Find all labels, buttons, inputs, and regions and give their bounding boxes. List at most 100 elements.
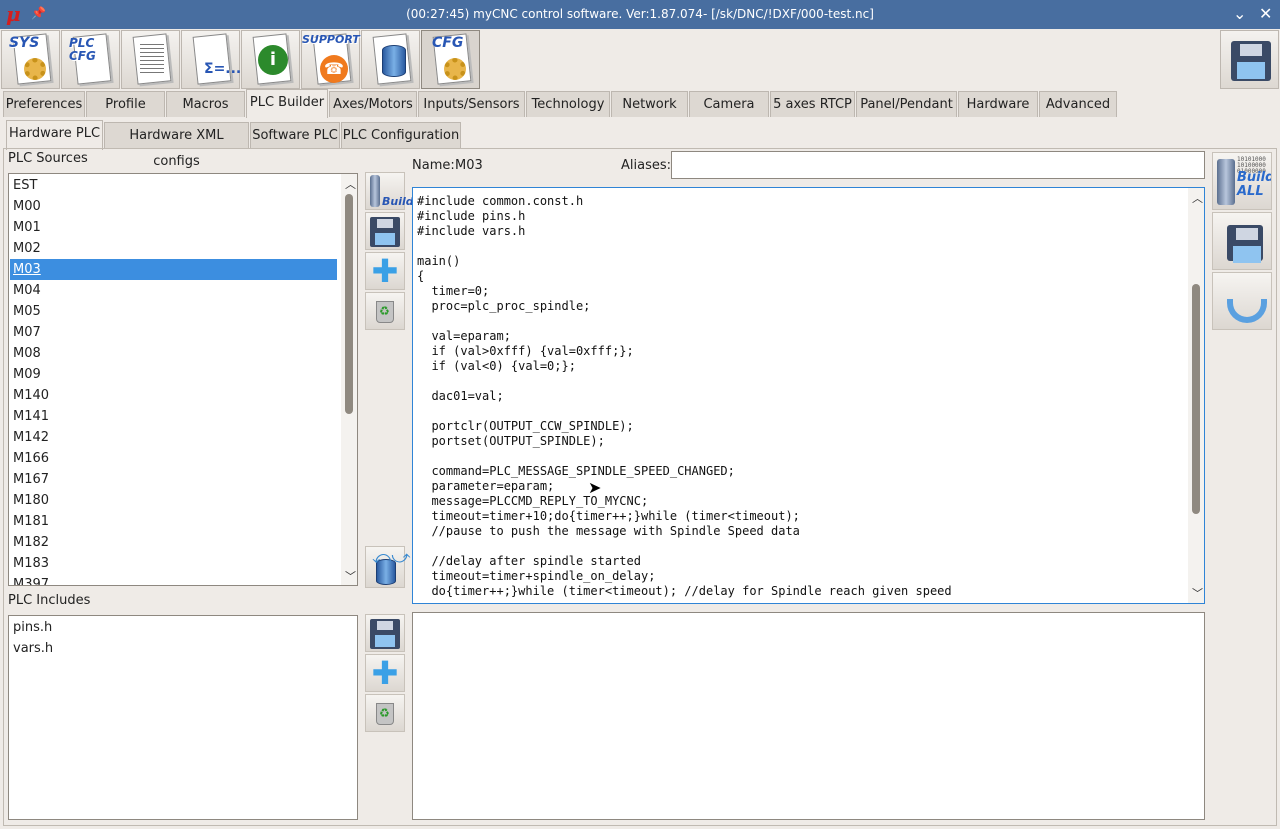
save-config-button[interactable] bbox=[1220, 30, 1279, 89]
source-item-label: M01 bbox=[13, 220, 41, 235]
scroll-thumb[interactable] bbox=[345, 194, 353, 414]
sys-settings-button[interactable]: SYS bbox=[1, 30, 60, 89]
scroll-down-icon[interactable]: ﹀ bbox=[1192, 585, 1203, 601]
save-source-button[interactable] bbox=[365, 212, 405, 250]
tab-preferences[interactable]: Preferences bbox=[3, 91, 85, 117]
source-item[interactable]: M397 bbox=[10, 574, 337, 586]
source-item[interactable]: M182 bbox=[10, 532, 337, 553]
save-include-button[interactable] bbox=[365, 614, 405, 652]
info-button[interactable]: i bbox=[241, 30, 300, 89]
source-item[interactable]: M03 bbox=[10, 259, 337, 280]
source-item-label: M141 bbox=[13, 409, 50, 424]
tab-5-axes-rtcp[interactable]: 5 axes RTCP bbox=[770, 91, 855, 117]
plc-cfg-button[interactable]: PLC CFG bbox=[61, 30, 120, 89]
source-item[interactable]: M167 bbox=[10, 469, 337, 490]
source-item-label: M166 bbox=[13, 451, 50, 466]
delete-source-button[interactable] bbox=[365, 292, 405, 330]
source-item-label: M03 bbox=[13, 262, 41, 277]
source-item-label: M167 bbox=[13, 472, 50, 487]
source-item[interactable]: M180 bbox=[10, 490, 337, 511]
aliases-input[interactable] bbox=[671, 151, 1205, 179]
tab-hardware-xml-configs[interactable]: Hardware XML configs bbox=[104, 122, 249, 169]
build-all-button[interactable]: 10101000 10100000 01000000 Build ALL bbox=[1212, 152, 1272, 210]
source-item[interactable]: M01 bbox=[10, 217, 337, 238]
source-item[interactable]: M05 bbox=[10, 301, 337, 322]
source-item[interactable]: M08 bbox=[10, 343, 337, 364]
tab-panel-pendant[interactable]: Panel/Pendant bbox=[856, 91, 957, 117]
source-item[interactable]: M142 bbox=[10, 427, 337, 448]
name-label: Name: bbox=[412, 158, 455, 173]
name-value: M03 bbox=[455, 158, 483, 173]
source-item[interactable]: M02 bbox=[10, 238, 337, 259]
curved-arrow-icon bbox=[1227, 299, 1267, 323]
floppy-icon bbox=[370, 217, 400, 247]
gear-icon bbox=[24, 58, 46, 80]
tab-axes-motors[interactable]: Axes/Motors bbox=[329, 91, 417, 117]
plc-sources-label: PLC Sources bbox=[8, 151, 88, 166]
variables-button[interactable]: Σ=... bbox=[181, 30, 241, 89]
upload-arrows-icon: ⤺⤻ bbox=[372, 547, 411, 568]
scroll-down-icon[interactable]: ﹀ bbox=[345, 568, 356, 584]
tab-camera[interactable]: Camera bbox=[689, 91, 769, 117]
scroll-up-icon[interactable]: ︿ bbox=[345, 176, 356, 192]
source-item[interactable]: M09 bbox=[10, 364, 337, 385]
tab-software-plc[interactable]: Software PLC bbox=[250, 122, 340, 149]
source-item[interactable]: M07 bbox=[10, 322, 337, 343]
tab-hardware[interactable]: Hardware bbox=[958, 91, 1038, 117]
plus-icon: ✚ bbox=[371, 654, 399, 692]
source-item[interactable]: M140 bbox=[10, 385, 337, 406]
include-item[interactable]: pins.h bbox=[10, 617, 356, 638]
source-item[interactable]: EST bbox=[10, 175, 337, 196]
window-title: (00:27:45) myCNC control software. Ver:1… bbox=[406, 7, 874, 21]
source-item-label: M397 bbox=[13, 577, 50, 586]
tab-profile[interactable]: Profile bbox=[86, 91, 165, 117]
source-item[interactable]: M166 bbox=[10, 448, 337, 469]
include-item[interactable]: vars.h bbox=[10, 638, 356, 659]
scroll-up-icon[interactable]: ︿ bbox=[1192, 190, 1203, 206]
source-item[interactable]: M00 bbox=[10, 196, 337, 217]
floppy-icon bbox=[1227, 225, 1263, 263]
export-button[interactable] bbox=[1212, 272, 1272, 330]
tab-hardware-plc[interactable]: Hardware PLC bbox=[6, 120, 103, 150]
database-button[interactable] bbox=[361, 30, 420, 89]
source-item[interactable]: M181 bbox=[10, 511, 337, 532]
tab-plc-configuration[interactable]: PLC Configuration bbox=[341, 122, 461, 149]
tab-advanced[interactable]: Advanced bbox=[1039, 91, 1117, 117]
scroll-thumb[interactable] bbox=[1192, 284, 1200, 514]
close-icon[interactable]: ✕ bbox=[1259, 4, 1272, 23]
mouse-cursor-icon: ➤ bbox=[588, 478, 602, 497]
tab-plc-builder[interactable]: PLC Builder bbox=[246, 89, 328, 118]
include-editor[interactable] bbox=[412, 612, 1205, 820]
source-item-label: M07 bbox=[13, 325, 41, 340]
source-item[interactable]: M141 bbox=[10, 406, 337, 427]
delete-include-button[interactable] bbox=[365, 694, 405, 732]
save-all-button[interactable] bbox=[1212, 212, 1272, 270]
source-item[interactable]: M183 bbox=[10, 553, 337, 574]
plc-sources-list[interactable]: EST M00 M01 M02 M03 M04 M05 M07 M08 M09 M140 M141 M1… bbox=[8, 173, 358, 586]
tab-technology[interactable]: Technology bbox=[526, 91, 610, 117]
info-icon: i bbox=[258, 45, 288, 75]
source-item-label: M182 bbox=[13, 535, 50, 550]
upload-plc-button[interactable]: ⤺⤻ bbox=[365, 546, 410, 588]
source-item-label: M00 bbox=[13, 199, 41, 214]
build-label: Build bbox=[382, 195, 414, 208]
add-source-button[interactable]: ✚ bbox=[365, 252, 405, 290]
cfg-button[interactable]: CFG bbox=[421, 30, 480, 89]
build-button[interactable]: Build bbox=[365, 172, 414, 210]
sources-scrollbar[interactable]: ︿ ﹀ bbox=[341, 174, 357, 585]
chevron-down-icon[interactable]: ⌄ bbox=[1233, 4, 1246, 23]
support-button[interactable]: SUPPORT ☎ bbox=[301, 30, 360, 89]
document-button[interactable] bbox=[121, 30, 180, 89]
tab-inputs-sensors[interactable]: Inputs/Sensors bbox=[418, 91, 525, 117]
source-item-label: EST bbox=[13, 178, 38, 193]
add-include-button[interactable]: ✚ bbox=[365, 654, 405, 692]
editor-scrollbar[interactable]: ︿ ﹀ bbox=[1188, 188, 1204, 603]
code-text[interactable]: #include common.const.h #include pins.h … bbox=[417, 194, 952, 599]
tab-network[interactable]: Network bbox=[611, 91, 688, 117]
plc-includes-label: PLC Includes bbox=[8, 593, 91, 608]
plc-includes-list[interactable]: pins.h vars.h bbox=[8, 615, 358, 820]
plc-cfg-badge: PLC CFG bbox=[69, 36, 96, 63]
source-item[interactable]: M04 bbox=[10, 280, 337, 301]
code-editor[interactable]: #include common.const.h #include pins.h … bbox=[412, 187, 1205, 604]
tab-macros[interactable]: Macros bbox=[166, 91, 245, 117]
